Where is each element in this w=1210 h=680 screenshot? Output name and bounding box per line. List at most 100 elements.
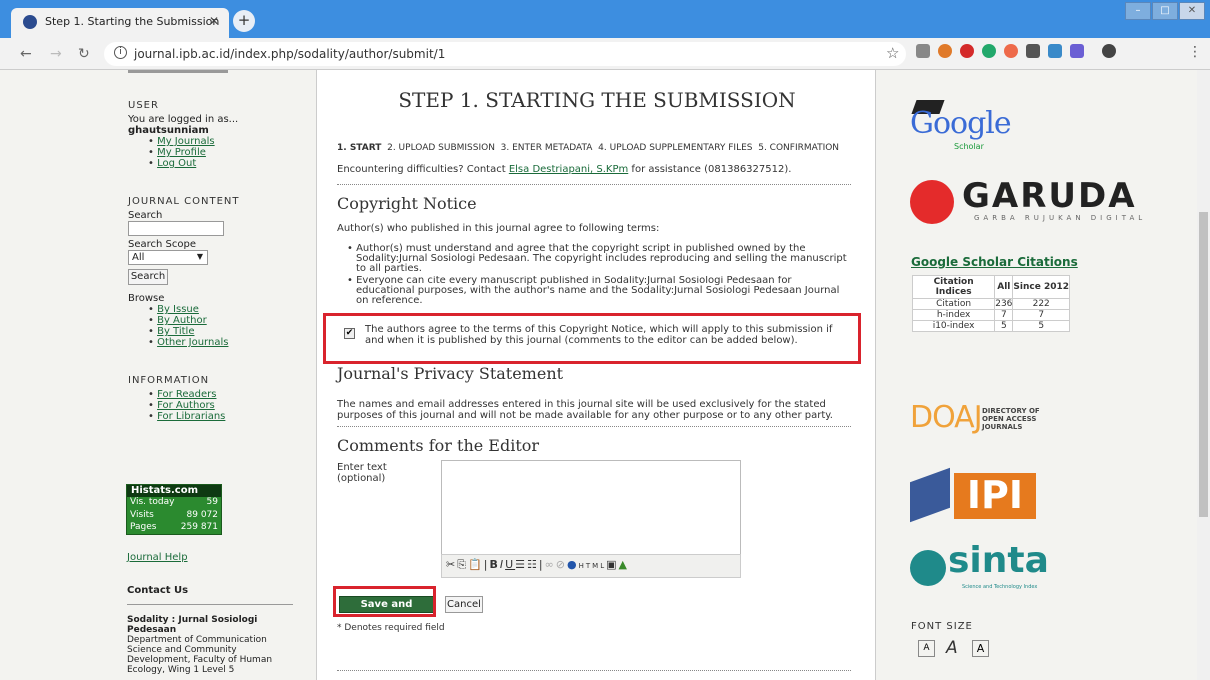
doaj-sub-line: JOURNALS: [982, 423, 1023, 431]
by-issue-link[interactable]: By Issue: [157, 304, 199, 315]
ipi-emblem-icon: [910, 467, 950, 523]
doaj-sub-line: DIRECTORY OF: [982, 407, 1040, 415]
minimize-button[interactable]: –: [1125, 2, 1151, 20]
info-icon[interactable]: i: [114, 46, 127, 59]
bullet-line: on reference.: [356, 295, 423, 306]
step-breadcrumb: 1. START 2. UPLOAD SUBMISSION 3. ENTER M…: [337, 143, 839, 153]
garuda-logo[interactable]: GARUDA GARBA RUJUKAN DIGITAL: [910, 176, 1165, 225]
scrollbar-thumb[interactable]: [1199, 212, 1208, 517]
chrome-menu-icon[interactable]: ⋮: [1188, 44, 1202, 60]
for-librarians-link[interactable]: For Librarians: [157, 411, 225, 422]
table-header: Citation Indices: [911, 275, 996, 299]
doaj-text: DOAJ: [910, 400, 983, 435]
extension-icon[interactable]: [1004, 44, 1018, 58]
image-icon[interactable]: ▲: [619, 558, 629, 571]
divider: [127, 604, 293, 605]
numbered-list-icon[interactable]: ☷: [527, 558, 539, 571]
for-readers-link[interactable]: For Readers: [157, 389, 216, 400]
by-author-link[interactable]: By Author: [157, 315, 207, 326]
bullet-list-icon[interactable]: ☰: [515, 558, 527, 571]
contact-line: Encountering difficulties? Contact Elsa …: [337, 164, 791, 175]
fullscreen-icon[interactable]: ▣: [606, 558, 618, 571]
histats-value: 89 072: [186, 510, 219, 520]
extension-icon[interactable]: [960, 44, 974, 58]
search-scope-select[interactable]: All ▼: [128, 250, 208, 265]
sinta-text: sinta: [948, 540, 1049, 581]
browser-tab[interactable]: Step 1. Starting the Submission ✕: [11, 8, 229, 38]
google-scholar-citations-link[interactable]: Google Scholar Citations: [911, 255, 1078, 269]
journal-help-link[interactable]: Journal Help: [127, 552, 188, 563]
copy-icon[interactable]: ⎘: [457, 558, 468, 571]
left-sidebar: USER You are logged in as... ghautsunnia…: [118, 70, 316, 680]
font-size-small-icon[interactable]: A: [918, 640, 935, 657]
search-label: Search: [128, 210, 163, 221]
info-item: For Librarians: [148, 411, 225, 422]
enter-text-label: Enter text (optional): [337, 462, 387, 484]
cut-icon[interactable]: ✂: [446, 558, 457, 571]
ipi-logo[interactable]: IPI: [910, 465, 1040, 525]
sidebar-image-edge: [128, 70, 228, 73]
comments-heading: Comments for the Editor: [337, 436, 540, 455]
bullet-line: to all parties.: [356, 263, 422, 274]
extension-icon[interactable]: [982, 44, 996, 58]
contact-person-link[interactable]: Elsa Destriapani, S.KPm: [509, 164, 628, 175]
close-window-button[interactable]: ✕: [1179, 2, 1205, 20]
bookmark-star-icon[interactable]: ☆: [886, 44, 899, 62]
font-size-medium-icon[interactable]: A: [946, 638, 958, 658]
new-tab-button[interactable]: +: [233, 10, 255, 32]
copyright-intro: Author(s) who published in this journal …: [337, 223, 660, 234]
forward-icon[interactable]: →: [50, 46, 62, 62]
main-content: STEP 1. STARTING THE SUBMISSION 1. START…: [316, 70, 876, 680]
histats-value: 259 871: [180, 522, 218, 532]
table-cell: 222: [1012, 298, 1070, 310]
font-size-large-icon[interactable]: A: [972, 640, 989, 657]
histats-row: Pages 259 871: [127, 522, 221, 534]
extension-icon[interactable]: [1026, 44, 1040, 58]
extension-icon[interactable]: [916, 44, 930, 58]
help-icon[interactable]: ●: [567, 558, 579, 571]
divider: [337, 426, 851, 427]
cancel-button[interactable]: Cancel: [445, 596, 483, 613]
tab-title: Step 1. Starting the Submission: [45, 15, 220, 28]
close-tab-icon[interactable]: ✕: [209, 14, 219, 28]
citations-table: Citation Indices All Since 2012 Citation…: [911, 275, 1070, 332]
doaj-logo[interactable]: DOAJ DIRECTORY OF OPEN ACCESS JOURNALS: [910, 400, 1050, 440]
search-input[interactable]: [128, 221, 224, 236]
logout-link[interactable]: Log Out: [157, 158, 196, 169]
reload-icon[interactable]: ↻: [78, 46, 90, 62]
by-title-link[interactable]: By Title: [157, 326, 194, 337]
for-authors-link[interactable]: For Authors: [157, 400, 215, 411]
google-scholar-logo[interactable]: Google Scholar: [910, 90, 1040, 151]
extension-icon[interactable]: [1048, 44, 1062, 58]
my-profile-link[interactable]: My Profile: [157, 147, 206, 158]
paste-icon[interactable]: 📋: [468, 558, 484, 571]
back-icon[interactable]: ←: [20, 46, 32, 62]
browse-item: Other Journals: [148, 337, 240, 348]
link-icon[interactable]: ∞: [545, 558, 556, 571]
table-cell: 7: [1012, 309, 1070, 321]
extension-icon[interactable]: [1102, 44, 1116, 58]
bold-icon[interactable]: B: [489, 558, 499, 571]
scope-value: All: [132, 252, 145, 263]
histats-label: Visits: [130, 510, 154, 520]
unlink-icon[interactable]: ⊘: [556, 558, 567, 571]
browse-label: Browse: [128, 293, 165, 304]
required-note: * Denotes required field: [337, 623, 445, 633]
histats-counter[interactable]: Histats.com Vis. today 59 Visits 89 072 Pa…: [126, 484, 222, 535]
my-journals-link[interactable]: My Journals: [157, 136, 215, 147]
search-button[interactable]: Search: [128, 269, 168, 285]
url-field[interactable]: i journal.ipb.ac.id/index.php/sodality/a…: [104, 42, 906, 66]
sinta-logo[interactable]: sinta Science and Technology Index: [910, 540, 1060, 600]
underline-icon[interactable]: U: [505, 558, 515, 571]
browse-item: By Title: [148, 326, 240, 337]
maximize-button[interactable]: □: [1152, 2, 1178, 20]
other-journals-link[interactable]: Other Journals: [157, 337, 228, 348]
html-icon[interactable]: HTML: [579, 562, 606, 570]
logged-in-text: You are logged in as...: [128, 114, 239, 125]
info-item: For Readers: [148, 389, 225, 400]
extension-icon[interactable]: [938, 44, 952, 58]
garuda-subtitle: GARBA RUJUKAN DIGITAL: [974, 214, 1147, 222]
extension-icon[interactable]: [1070, 44, 1084, 58]
table-cell: 7: [994, 309, 1014, 321]
divider: [337, 670, 851, 671]
